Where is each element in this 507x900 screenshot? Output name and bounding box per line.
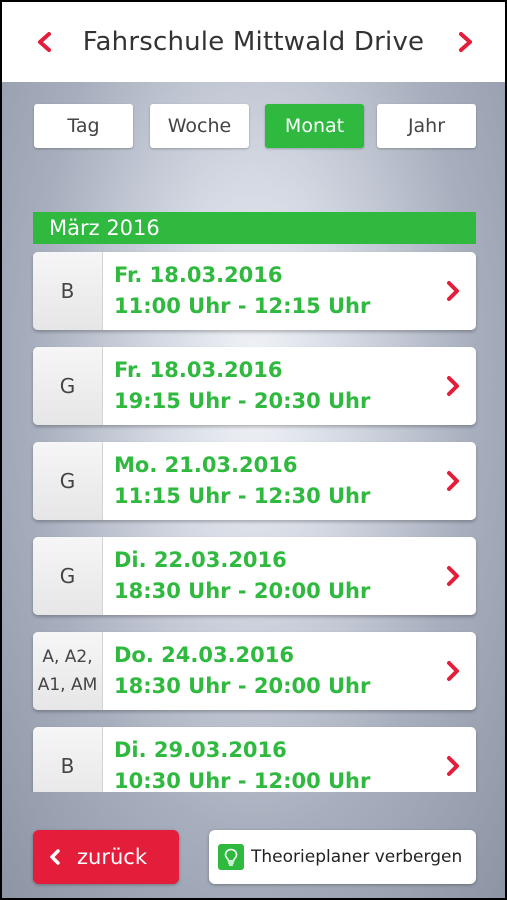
- appointment-row[interactable]: G Mo. 21.03.2016 11:15 Uhr - 12:30 Uhr: [33, 442, 476, 520]
- tab-woche[interactable]: Woche: [150, 104, 249, 148]
- lightbulb-icon: [218, 844, 244, 870]
- next-button[interactable]: [448, 24, 484, 60]
- back-button-label: zurück: [77, 845, 147, 869]
- appointment-row[interactable]: A, A2, A1, AM Do. 24.03.2016 18:30 Uhr -…: [33, 632, 476, 710]
- chevron-left-icon: [38, 32, 51, 52]
- back-button[interactable]: zurück: [33, 830, 179, 884]
- license-class: B: [33, 252, 103, 330]
- appointment-time: 10:30 Uhr - 12:00 Uhr: [114, 769, 371, 792]
- tab-jahr[interactable]: Jahr: [377, 104, 476, 148]
- appointment-date: Fr. 18.03.2016: [114, 263, 283, 287]
- license-class: G: [33, 347, 103, 425]
- appointment-row[interactable]: B Fr. 18.03.2016 11:00 Uhr - 12:15 Uhr: [33, 252, 476, 330]
- appointment-date: Mo. 21.03.2016: [114, 453, 298, 477]
- appointment-row[interactable]: B Di. 29.03.2016 10:30 Uhr - 12:00 Uhr: [33, 727, 476, 792]
- month-header: März 2016: [33, 212, 476, 244]
- page-title: Fahrschule Mittwald Drive: [82, 27, 425, 57]
- license-class: G: [33, 442, 103, 520]
- license-class: B: [33, 727, 103, 792]
- chevron-right-icon: [447, 566, 459, 586]
- chevron-right-icon: [459, 32, 472, 52]
- appointment-time: 18:30 Uhr - 20:00 Uhr: [114, 579, 371, 603]
- tab-monat[interactable]: Monat: [265, 104, 364, 148]
- prev-button[interactable]: [26, 24, 62, 60]
- chevron-right-icon: [447, 376, 459, 396]
- license-class-line1: B: [60, 754, 75, 778]
- chevron-right-icon: [447, 281, 459, 301]
- appointment-date: Do. 24.03.2016: [114, 643, 294, 667]
- appointment-date: Di. 22.03.2016: [114, 548, 287, 572]
- license-class-line1: G: [59, 374, 76, 398]
- appointment-row[interactable]: G Fr. 18.03.2016 19:15 Uhr - 20:30 Uhr: [33, 347, 476, 425]
- app-screen: Fahrschule Mittwald Drive Tag Woche Mona…: [2, 2, 505, 898]
- license-class-line1: G: [59, 469, 76, 493]
- appointment-time: 19:15 Uhr - 20:30 Uhr: [114, 389, 371, 413]
- appointment-list[interactable]: B Fr. 18.03.2016 11:00 Uhr - 12:15 Uhr G…: [2, 250, 505, 792]
- license-class-line1: B: [60, 279, 75, 303]
- tab-tag[interactable]: Tag: [34, 104, 133, 148]
- toggle-theory-planner-label: Theorieplaner verbergen: [251, 847, 463, 867]
- chevron-right-icon: [447, 756, 459, 776]
- appointment-time: 18:30 Uhr - 20:00 Uhr: [114, 674, 371, 698]
- license-class: G: [33, 537, 103, 615]
- toggle-theory-planner-button[interactable]: Theorieplaner verbergen: [209, 830, 476, 884]
- header-bar: Fahrschule Mittwald Drive: [2, 2, 505, 82]
- license-class-line1: A, A2,: [42, 647, 93, 667]
- license-class-line2: A1, AM: [37, 675, 98, 695]
- license-class-line1: G: [59, 564, 76, 588]
- chevron-right-icon: [447, 661, 459, 681]
- appointment-date: Fr. 18.03.2016: [114, 358, 283, 382]
- appointment-date: Di. 29.03.2016: [114, 738, 287, 762]
- appointment-time: 11:15 Uhr - 12:30 Uhr: [114, 484, 371, 508]
- appointment-time: 11:00 Uhr - 12:15 Uhr: [114, 294, 371, 318]
- chevron-right-icon: [447, 471, 459, 491]
- appointment-row[interactable]: G Di. 22.03.2016 18:30 Uhr - 20:00 Uhr: [33, 537, 476, 615]
- license-class: A, A2, A1, AM: [33, 632, 103, 710]
- chevron-left-icon: [50, 849, 60, 865]
